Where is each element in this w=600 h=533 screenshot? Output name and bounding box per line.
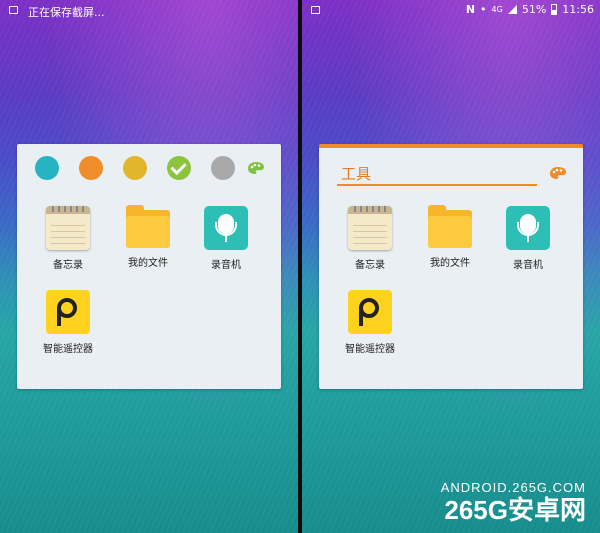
app-my-files[interactable]: 我的文件 [410,205,490,269]
app-label: 我的文件 [128,258,168,269]
app-label: 智能遥控器 [345,344,395,355]
color-swatch-cyan[interactable] [35,156,59,180]
app-label: 录音机 [513,260,543,271]
watermark: ANDROID.265G.COM 265G安卓网 [441,480,586,525]
color-swatch-yellow[interactable] [123,156,147,180]
screenshot-icon [311,6,320,14]
color-swatch-gray[interactable] [211,156,235,180]
voice-recorder-icon [506,206,550,250]
app-voice-recorder[interactable]: 录音机 [186,206,266,271]
status-text: 正在保存截屏... [28,6,105,19]
palette-icon[interactable] [247,161,265,175]
app-label: 我的文件 [430,258,470,269]
folder-name-input[interactable]: 工具 [337,162,537,186]
app-smart-remote[interactable]: 智能遥控器 [28,290,108,355]
app-my-files[interactable]: 我的文件 [108,205,188,269]
folder-panel: 工具 备忘录 我的文件 录音机 智能遥控器 [319,144,583,389]
app-smart-remote[interactable]: 智能遥控器 [330,290,410,355]
app-label: 备忘录 [355,260,385,271]
app-memo[interactable]: 备忘录 [330,206,410,271]
app-memo[interactable]: 备忘录 [28,206,108,271]
wifi-icon: • [480,3,487,16]
watermark-url: ANDROID.265G.COM [440,480,586,495]
status-icons: N • 4G 51% 11:56 [466,3,594,16]
battery-icon [551,4,558,15]
folder-panel: 备忘录 我的文件 录音机 智能遥控器 [17,144,281,389]
screenshot-icon [9,6,18,14]
left-screen: 正在保存截屏... 备忘录 我的文件 录音机 智能遥控器 [0,0,298,533]
palette-icon[interactable] [549,166,567,180]
color-swatch-green-selected[interactable] [167,156,191,180]
smart-remote-icon [348,290,392,334]
notepad-icon [46,206,90,250]
battery-percent: 51% [521,3,547,16]
smart-remote-icon [46,290,90,334]
app-label: 智能遥控器 [43,344,93,355]
watermark-brand: 265G安卓网 [444,495,586,525]
nfc-icon: N [465,3,476,16]
right-screen: N • 4G 51% 11:56 工具 备忘录 我的文件 录音机 智能遥控器 A… [302,0,600,533]
app-label: 备忘录 [53,260,83,271]
signal-icon [507,5,517,14]
status-bar: 正在保存截屏... [0,0,298,22]
voice-recorder-icon [204,206,248,250]
app-label: 录音机 [211,260,241,271]
color-picker [35,156,235,180]
clock: 11:56 [562,3,594,16]
notepad-icon [348,206,392,250]
network-type: 4G [491,5,503,14]
status-bar: N • 4G 51% 11:56 [302,0,600,22]
folder-icon [126,205,170,248]
app-voice-recorder[interactable]: 录音机 [488,206,568,271]
color-swatch-orange[interactable] [79,156,103,180]
folder-icon [428,205,472,248]
